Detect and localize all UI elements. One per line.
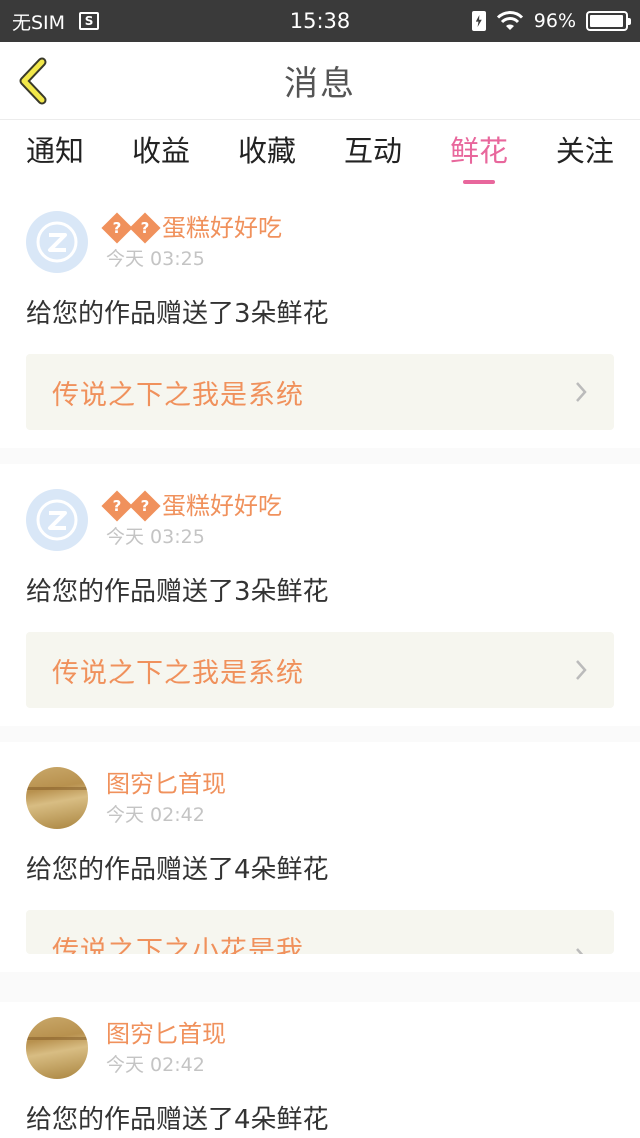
category-tabs: 通知 收益 收藏 互动 鲜花 关注: [0, 120, 640, 186]
timestamp: 今天 03:25: [106, 248, 205, 270]
unknown-glyph-icon: ?: [101, 490, 133, 522]
work-title: 传说之下之我是系统: [52, 657, 304, 689]
avatar[interactable]: [26, 767, 88, 829]
username-text: 蛋糕好好吃: [162, 214, 282, 242]
avatar[interactable]: [26, 1017, 88, 1079]
message-card: ? ? 蛋糕好好吃 今天 03:25 给您的作品赠送了3朵鲜花 传说之下之我是系…: [0, 186, 640, 448]
tab-follows[interactable]: 关注: [556, 120, 614, 186]
unknown-glyph-icon: ?: [129, 490, 161, 522]
tab-notifications[interactable]: 通知: [26, 120, 84, 186]
avatar[interactable]: [26, 211, 88, 273]
divider: [0, 972, 640, 1002]
username-text: 蛋糕好好吃: [162, 492, 282, 520]
message-card: 图穷匕首现 今天 02:42 给您的作品赠送了4朵鲜花: [0, 1002, 640, 1138]
message-feed: ? ? 蛋糕好好吃 今天 03:25 给您的作品赠送了3朵鲜花 传说之下之我是系…: [0, 186, 640, 1138]
avatar[interactable]: [26, 489, 88, 551]
back-arrow-icon[interactable]: [14, 56, 54, 106]
chevron-right-icon: [576, 382, 587, 402]
divider: [0, 726, 640, 742]
default-avatar-icon: [36, 221, 78, 263]
battery-icon: [586, 11, 631, 31]
unknown-glyph-icon: ?: [129, 212, 161, 244]
message-card: ? ? 蛋糕好好吃 今天 03:25 给您的作品赠送了3朵鲜花 传说之下之我是系…: [0, 464, 640, 726]
chevron-right-icon: [576, 660, 587, 680]
tab-interactions[interactable]: 互动: [344, 120, 402, 186]
status-time: 15:38: [289, 9, 351, 33]
timestamp: 今天 03:25: [106, 526, 205, 548]
username[interactable]: ? ? 蛋糕好好吃: [101, 212, 282, 244]
divider: [0, 448, 640, 464]
carrier-label: 无SIM: [12, 11, 66, 34]
work-link[interactable]: 传说之下之我是系统: [26, 632, 614, 708]
status-bar: 无SIM S 15:38 96%: [0, 0, 640, 42]
sim-icon: S: [79, 12, 100, 30]
page-title: 消息: [284, 64, 356, 104]
work-link[interactable]: 传说之下之我是系统: [26, 354, 614, 430]
work-link[interactable]: 传说之下之小花是我: [26, 910, 614, 954]
chevron-right-icon: [576, 948, 584, 954]
charging-icon: [471, 11, 486, 31]
message-text: 给您的作品赠送了4朵鲜花: [26, 855, 329, 885]
page-header: 消息: [0, 42, 640, 120]
message-text: 给您的作品赠送了3朵鲜花: [26, 577, 329, 607]
timestamp: 今天 02:42: [106, 804, 205, 826]
message-text: 给您的作品赠送了3朵鲜花: [26, 299, 329, 329]
username[interactable]: ? ? 蛋糕好好吃: [101, 490, 282, 522]
battery-level-fill: [590, 15, 623, 27]
tab-favorites[interactable]: 收藏: [238, 120, 296, 186]
username[interactable]: 图穷匕首现: [106, 1018, 226, 1050]
message-text: 给您的作品赠送了4朵鲜花: [26, 1105, 329, 1135]
tab-earnings[interactable]: 收益: [132, 120, 190, 186]
username[interactable]: 图穷匕首现: [106, 768, 226, 800]
message-card: 图穷匕首现 今天 02:42 给您的作品赠送了4朵鲜花 传说之下之小花是我: [0, 742, 640, 972]
default-avatar-icon: [36, 499, 78, 541]
battery-percent: 96%: [533, 10, 576, 32]
work-title: 传说之下之小花是我: [52, 936, 304, 954]
tab-flowers[interactable]: 鲜花: [450, 120, 508, 186]
timestamp: 今天 02:42: [106, 1054, 205, 1076]
unknown-glyph-icon: ?: [101, 212, 133, 244]
work-title: 传说之下之我是系统: [52, 379, 304, 411]
wifi-icon: [496, 11, 523, 30]
